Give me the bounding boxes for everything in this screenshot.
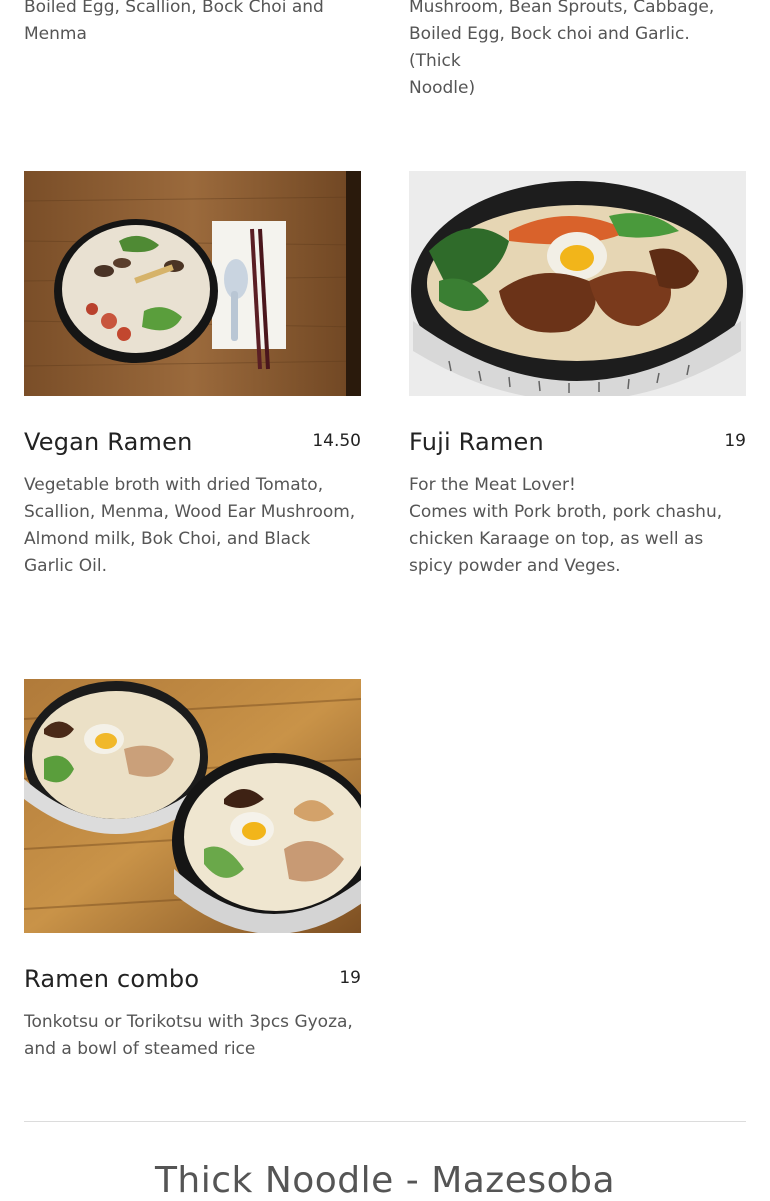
vegan-ramen-photo[interactable] xyxy=(24,171,361,396)
section-divider xyxy=(24,1121,746,1122)
menu-item-description: For the Meat Lover! Comes with Pork brot… xyxy=(409,475,723,576)
menu-item-name: Ramen combo xyxy=(24,965,200,993)
menu-item-name: Vegan Ramen xyxy=(24,428,193,456)
menu-item-price: 19 xyxy=(339,968,361,988)
menu-item-name: Fuji Ramen xyxy=(409,428,544,456)
menu-item-card[interactable]: Vegan Ramen 14.50 Vegetable broth with d… xyxy=(24,171,361,580)
menu-item-price: 19 xyxy=(724,431,746,451)
section-heading: Thick Noodle - Mazesoba xyxy=(154,1160,616,1201)
previous-item-description-right: Mushroom, Bean Sprouts, Cabbage, Boiled … xyxy=(409,0,715,98)
menu-item-price: 14.50 xyxy=(312,431,361,451)
menu-item-description: Tonkotsu or Torikotsu with 3pcs Gyoza, a… xyxy=(24,1012,353,1059)
previous-item-description-left: Boiled Egg, Scallion, Bock Choi and Menm… xyxy=(24,0,324,44)
menu-item-card[interactable]: Ramen combo 19 Tonkotsu or Torikotsu wit… xyxy=(24,679,361,1063)
menu-item-description: Vegetable broth with dried Tomato, Scall… xyxy=(24,475,356,576)
menu-item-card[interactable]: Fuji Ramen 19 For the Meat Lover! Comes … xyxy=(409,171,746,580)
fuji-ramen-photo[interactable] xyxy=(409,171,746,396)
ramen-combo-photo[interactable] xyxy=(24,679,361,933)
